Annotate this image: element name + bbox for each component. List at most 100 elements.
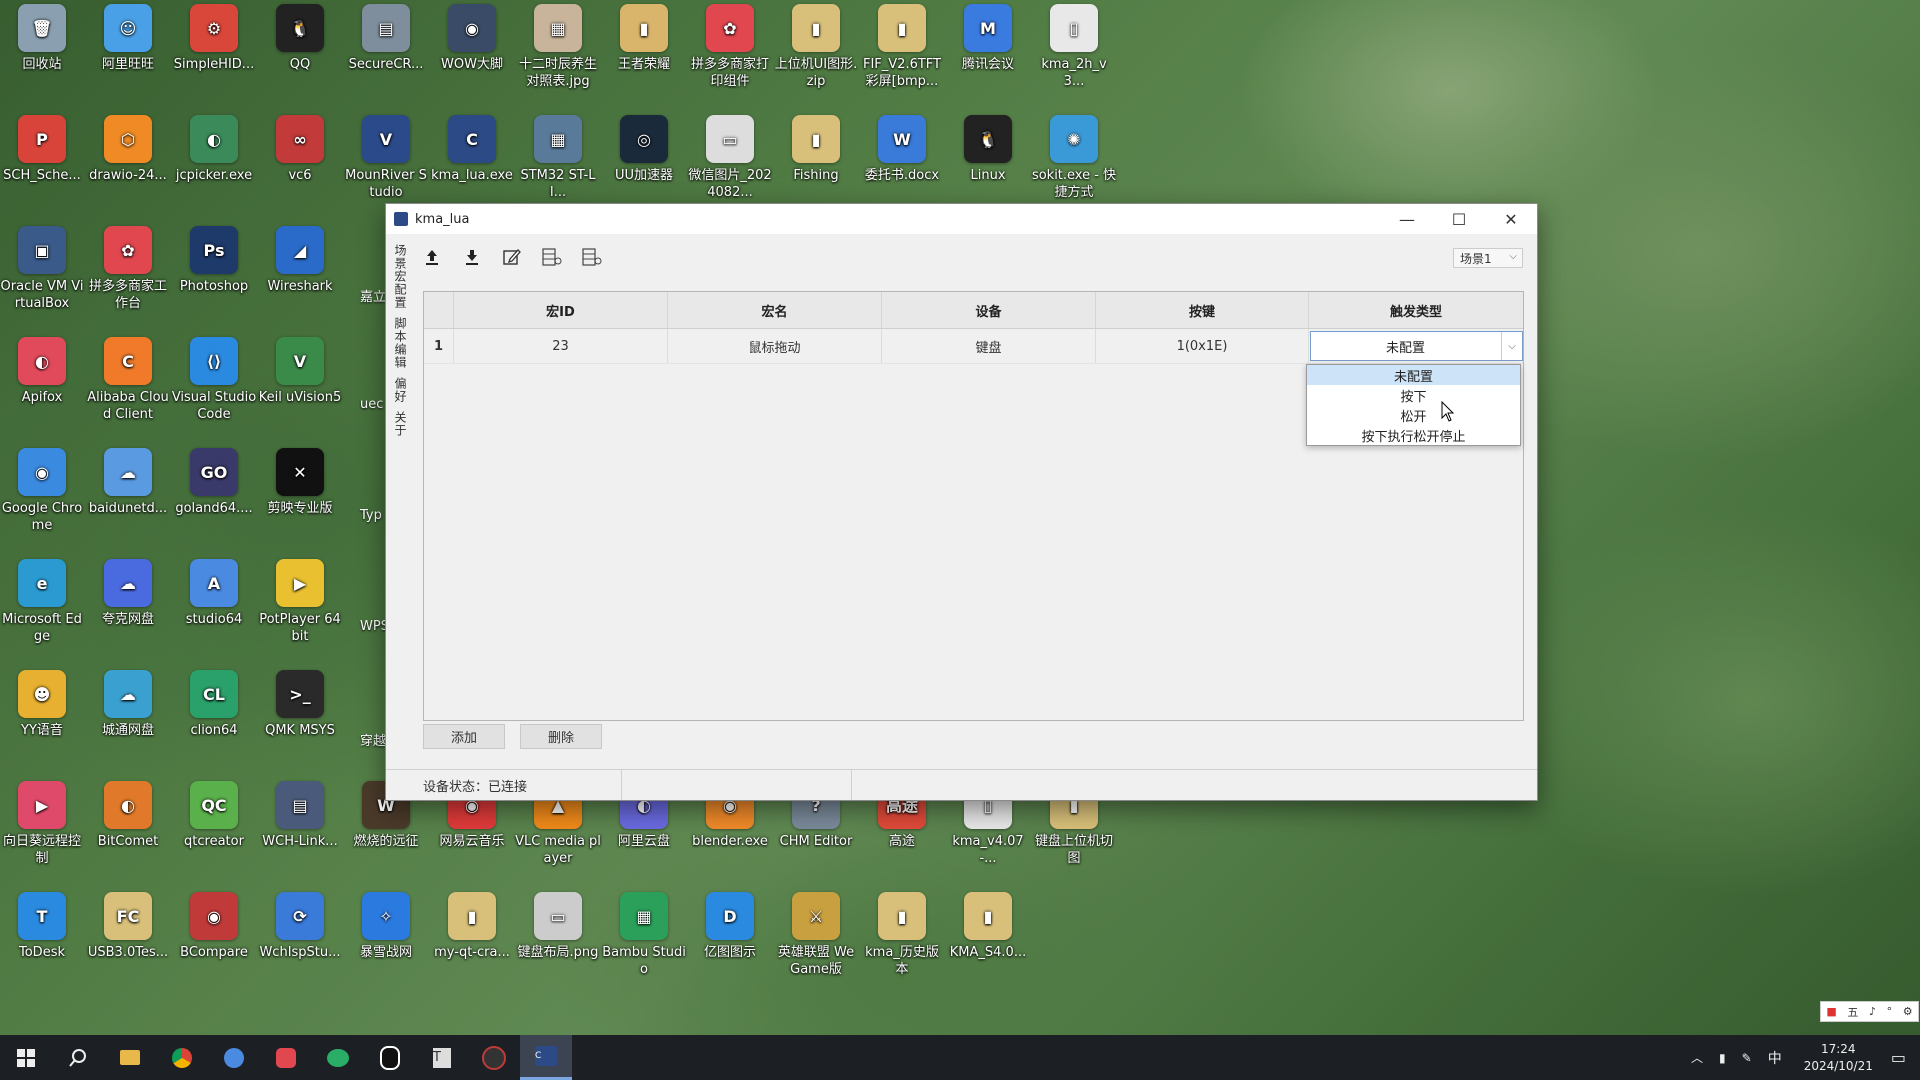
desktop-icon[interactable]: ▮ KMA_S4.0... [945,892,1031,961]
chrome-icon[interactable] [156,1035,208,1080]
desktop-icon[interactable]: ▣ Oracle VM VirtualBox [0,226,85,312]
edit-icon[interactable] [498,244,526,270]
desktop-icon[interactable]: ⬡ drawio-24... [85,115,171,184]
ime-mode[interactable]: 五 [1847,1004,1858,1020]
desktop-icon[interactable]: V Keil uVision5 [257,337,343,406]
clock[interactable]: 17:24 2024/10/21 [1804,1041,1873,1075]
file-explorer-icon[interactable] [104,1035,156,1080]
desktop-icon[interactable]: M 腾讯会议 [945,4,1031,73]
desktop-icon[interactable]: ☁ 城通网盘 [85,670,171,739]
desktop-icon[interactable]: D 亿图图示 [687,892,773,961]
chevron-up-icon[interactable]: ︿ [1691,1049,1703,1066]
desktop-icon[interactable]: ▦ STM32 ST-LI... [515,115,601,201]
option-press[interactable]: 按下 [1307,385,1520,405]
start-icon[interactable] [0,1035,52,1080]
desktop-icon[interactable]: ✿ 拼多多商家打印组件 [687,4,773,90]
cell-macro-name[interactable]: 鼠标拖动 [668,329,882,363]
qq-icon[interactable] [364,1035,416,1080]
desktop-icon[interactable]: ☁ baidunetd... [85,448,171,517]
desktop-icon[interactable]: ⚙ SimpleHID... [171,4,257,73]
tab-scene-macro[interactable]: 场景宏配置 [388,240,412,313]
desktop-icon[interactable]: ▮ kma_历史版本 [859,892,945,978]
desktop-icon[interactable]: V MounRiver Studio [343,115,429,201]
text-editor-icon[interactable]: T [416,1035,468,1080]
maximize-button[interactable]: ☐ [1433,204,1485,234]
table-row[interactable]: 1 23 鼠标拖动 键盘 1(0x1E) 未配置 ⌵ [424,329,1523,364]
desktop-icon[interactable]: P SCH_Sche... [0,115,85,184]
notification-icon[interactable]: ▭ [1891,1048,1906,1067]
cell-device[interactable]: 键盘 [882,329,1096,363]
desktop-icon[interactable]: ⚔ 英雄联盟 WeGame版 [773,892,859,978]
microphone-icon[interactable]: ▮ [1719,1051,1726,1065]
desktop-icon[interactable]: FC USB3.0Tes... [85,892,171,961]
wechat-icon[interactable] [312,1035,364,1080]
desktop-icon[interactable]: ▤ SecureCR... [343,4,429,73]
kma-lua-taskbar-icon[interactable]: C [520,1035,572,1080]
desktop-icon[interactable]: ▮ FIF_V2.6TFT彩屏[bmp... [859,4,945,90]
desktop-icon[interactable]: ▮ 上位机UI图形.zip [773,4,859,90]
scene-select[interactable]: 场景1 ⌵ [1453,248,1523,268]
close-button[interactable]: ✕ [1485,204,1537,234]
download-icon[interactable] [458,244,486,270]
window-titlebar[interactable]: kma_lua — ☐ ✕ [386,204,1537,234]
ime-settings-icon[interactable]: ⚙ [1903,1005,1913,1018]
desktop-icon[interactable]: C Alibaba Cloud Client [85,337,171,423]
pinduoduo-icon[interactable] [260,1035,312,1080]
desktop-icon[interactable]: ▶ PotPlayer 64 bit [257,559,343,645]
ime-punct-icon[interactable]: ° [1887,1005,1893,1018]
desktop-icon[interactable]: 🗑 回收站 [0,4,85,73]
desktop-icon[interactable]: GO goland64.... [171,448,257,517]
delete-button[interactable]: 删除 [520,724,602,749]
tab-preferences[interactable]: 偏好 [388,373,412,407]
desktop-icon[interactable]: ◎ UU加速器 [601,115,687,184]
desktop-icon[interactable]: 🐧 QQ [257,4,343,73]
desktop-icon[interactable]: ✺ sokit.exe - 快捷方式 [1031,115,1117,201]
ime-toolbar[interactable]: ■ 五 ♪ ° ⚙ [1820,1001,1919,1022]
ime-indicator[interactable]: 中 [1768,1048,1782,1068]
desktop-icon[interactable]: ▦ Bambu Studio [601,892,687,978]
add-button[interactable]: 添加 [423,724,505,749]
header-macro-id[interactable]: 宏ID [454,292,668,328]
desktop-icon[interactable]: 🐧 Linux [945,115,1031,184]
desktop-icon[interactable]: ▭ 微信图片_2024082... [687,115,773,201]
desktop-icon[interactable]: CL clion64 [171,670,257,739]
header-device[interactable]: 设备 [882,292,1096,328]
desktop-icon[interactable]: >_ QMK MSYS [257,670,343,739]
desktop-icon[interactable]: ▮ Fishing [773,115,859,184]
desktop-icon[interactable]: Astudio64 [171,559,257,628]
tab-about[interactable]: 关于 [388,407,412,441]
desktop-icon[interactable]: ◉ WOW大脚 [429,4,515,73]
desktop-icon[interactable]: ▭ 键盘布局.png [515,892,601,961]
desktop-icon[interactable]: ☺ 阿里旺旺 [85,4,171,73]
desktop-icon[interactable]: ◉ Google Chrome [0,448,85,534]
remove-row-icon[interactable] [578,244,606,270]
desktop-icon[interactable]: e Microsoft Edge [0,559,85,645]
desktop-icon[interactable]: W 委托书.docx [859,115,945,184]
desktop-icon[interactable]: ☁ 夸克网盘 [85,559,171,628]
ime-voice-icon[interactable]: ♪ [1869,1005,1876,1018]
header-key[interactable]: 按键 [1096,292,1309,328]
desktop-icon[interactable]: ◢ Wireshark [257,226,343,295]
add-row-icon[interactable] [538,244,566,270]
cell-macro-id[interactable]: 23 [454,329,668,363]
desktop-icon[interactable]: ▶ 向日葵远程控制 [0,781,85,867]
minimize-button[interactable]: — [1381,204,1433,234]
desktop-icon[interactable]: ◉ BCompare [171,892,257,961]
chevron-down-icon[interactable]: ⌵ [1501,332,1522,360]
desktop-icon[interactable]: ✿ 拼多多商家工作台 [85,226,171,312]
desktop-icon[interactable]: Ckma_lua.exe [429,115,515,184]
desktop-icon[interactable]: ◐ jcpicker.exe [171,115,257,184]
desktop-icon[interactable]: ⟳ WchIspStu... [257,892,343,961]
option-press-run-release-stop[interactable]: 按下执行松开停止 [1307,425,1520,445]
bcompare-icon[interactable] [468,1035,520,1080]
desktop-icon[interactable]: Ps Photoshop [171,226,257,295]
upload-icon[interactable] [418,244,446,270]
option-release[interactable]: 松开 [1307,405,1520,425]
pen-icon[interactable]: ✎ [1742,1051,1752,1065]
desktop-icon[interactable]: ▦ 十二时辰养生对照表.jpg [515,4,601,90]
desktop-icon[interactable]: ▤ WCH-Link... [257,781,343,850]
desktop-icon[interactable]: ∞ vc6 [257,115,343,184]
desktop-icon[interactable]: ⟨⟩ Visual Studio Code [171,337,257,423]
desktop-icon[interactable]: ▮ my-qt-cra... [429,892,515,961]
row-number[interactable]: 1 [424,329,454,363]
